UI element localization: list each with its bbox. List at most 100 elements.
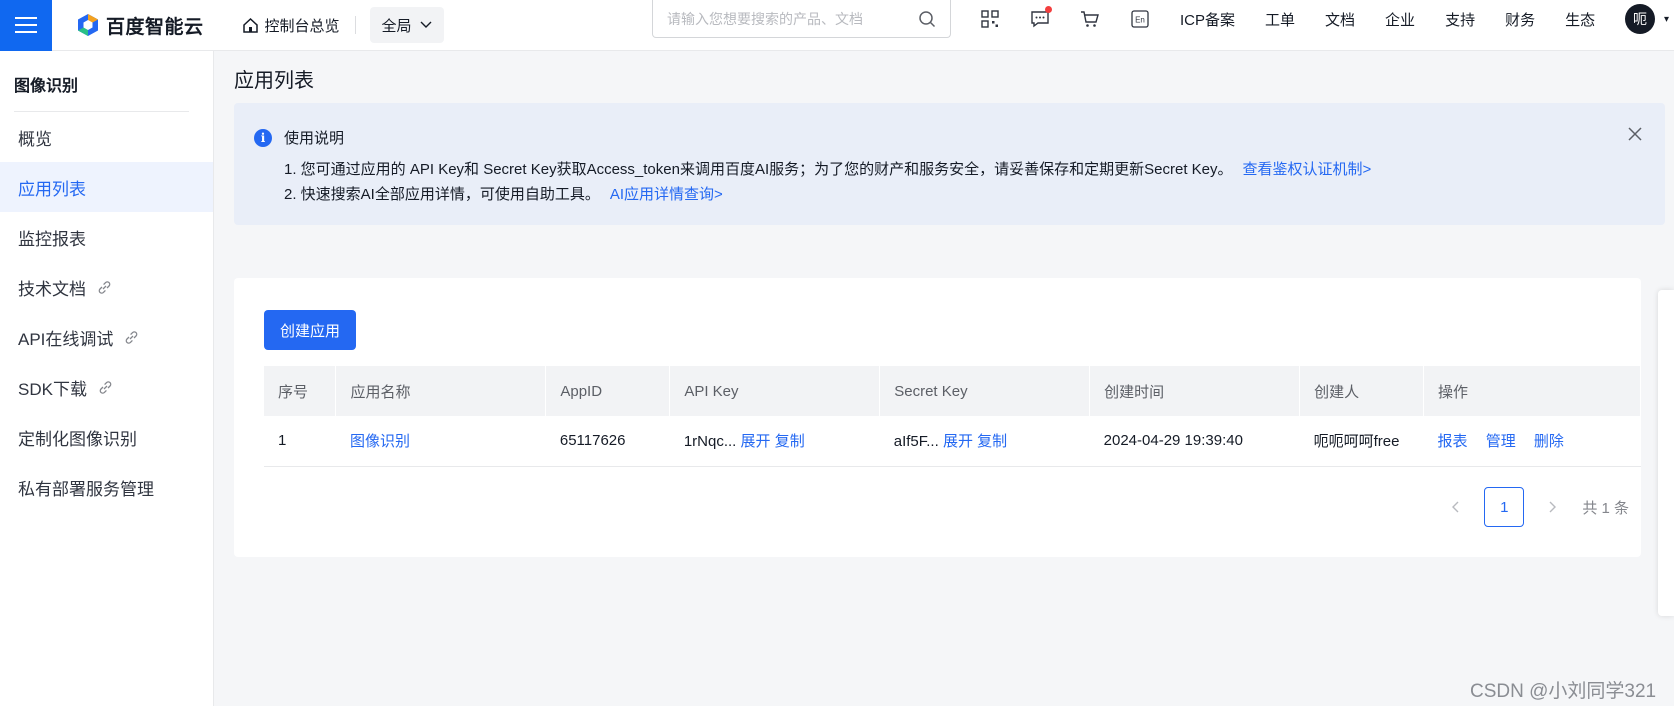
notification-dot [1045, 6, 1052, 13]
notice-header: i 使用说明 [254, 127, 344, 148]
home-icon [242, 17, 258, 33]
secret-key-copy-link[interactable]: 复制 [977, 433, 1007, 450]
column-header: 创建人 [1299, 366, 1425, 416]
secret-key-expand-link[interactable]: 展开 [943, 433, 973, 450]
sidebar-item-overview[interactable]: 概览 [0, 112, 213, 162]
app-detail-query-link[interactable]: AI应用详情查询> [610, 186, 723, 203]
search-input[interactable] [667, 10, 918, 27]
column-header: AppID [545, 366, 671, 416]
column-header: 应用名称 [335, 366, 547, 416]
console-overview-label: 控制台总览 [264, 17, 340, 35]
avatar[interactable]: 呃 [1625, 4, 1655, 34]
nav-support[interactable]: 支持 [1445, 9, 1475, 30]
link-icon [126, 330, 138, 344]
global-search [652, 0, 951, 38]
nav-enterprise[interactable]: 企业 [1385, 9, 1415, 30]
sidebar-item-label: 定制化图像识别 [18, 429, 137, 449]
notice-line-1-text: 1. 您可通过应用的 API Key和 Secret Key获取Access_t… [284, 161, 1233, 178]
column-header: API Key [669, 366, 881, 416]
chevron-down-icon [420, 21, 432, 28]
column-header: 创建时间 [1089, 366, 1301, 416]
sidebar-item-label: 应用列表 [18, 179, 86, 199]
top-nav: ICP备案 工单 文档 企业 支持 财务 生态 [1180, 0, 1625, 38]
close-icon[interactable] [1625, 124, 1645, 144]
api-key-copy-link[interactable]: 复制 [775, 433, 805, 450]
page-number-current[interactable]: 1 [1484, 487, 1525, 527]
sidebar-item-label: 私有部署服务管理 [18, 479, 154, 499]
chevron-right-icon [1549, 501, 1557, 513]
region-label: 全局 [381, 17, 412, 35]
cell-actions: 报表 管理 删除 [1423, 416, 1641, 467]
sidebar-item-api-debug[interactable]: API在线调试 [0, 312, 213, 362]
link-icon [98, 280, 111, 294]
logo-text: 百度智能云 [106, 16, 204, 38]
sidebar-item-label: 概览 [18, 129, 52, 149]
nav-ticket[interactable]: 工单 [1265, 9, 1295, 30]
cell-app-name: 图像识别 [335, 416, 546, 467]
nav-ecosystem[interactable]: 生态 [1565, 9, 1595, 30]
sidebar-item-label: SDK下载 [18, 379, 87, 399]
nav-docs[interactable]: 文档 [1325, 9, 1355, 30]
sidebar: 图像识别 概览 应用列表 监控报表 技术文档 API在线调试 SDK下载 定制化… [0, 51, 214, 706]
api-key-expand-link[interactable]: 展开 [741, 433, 771, 450]
message-icon[interactable] [1030, 6, 1052, 29]
app-table: 序号 应用名称 AppID API Key Secret Key 创建时间 创建… [264, 366, 1641, 467]
cell-created-at: 2024-04-29 19:39:40 [1089, 416, 1300, 467]
prev-page-button[interactable] [1446, 498, 1464, 516]
brand-logo[interactable]: 百度智能云 [76, 12, 204, 39]
report-action-link[interactable]: 报表 [1438, 433, 1468, 450]
delete-action-link[interactable]: 删除 [1534, 433, 1564, 450]
cell-index: 1 [264, 416, 336, 467]
notice-line-2-text: 2. 快速搜索AI全部应用详情，可使用自助工具。 [284, 186, 600, 203]
sidebar-item-private-deploy[interactable]: 私有部署服务管理 [0, 462, 213, 512]
cell-api-key: 1rNqc... 展开 复制 [669, 416, 880, 467]
sidebar-item-label: API在线调试 [18, 329, 114, 349]
link-icon [99, 380, 112, 394]
search-icon[interactable] [918, 10, 936, 28]
page-title: 应用列表 [234, 70, 314, 92]
pagination: 1 共 1 条 [1446, 487, 1629, 527]
manage-action-link[interactable]: 管理 [1486, 433, 1516, 450]
api-key-value: 1rNqc... [683, 433, 737, 451]
top-icon-group: En [980, 0, 1150, 38]
sidebar-item-app-list[interactable]: 应用列表 [0, 162, 213, 212]
nav-icp[interactable]: ICP备案 [1180, 9, 1235, 30]
sidebar-item-tech-docs[interactable]: 技术文档 [0, 262, 213, 312]
nav-finance[interactable]: 财务 [1505, 9, 1535, 30]
floating-side-panel[interactable] [1658, 290, 1674, 616]
info-icon: i [254, 128, 272, 147]
menu-button[interactable] [0, 0, 52, 51]
cell-creator: 呃呃呵呵free [1299, 416, 1424, 467]
qrcode-icon[interactable] [980, 9, 1000, 29]
chevron-left-icon [1452, 501, 1459, 513]
create-app-button[interactable]: 创建应用 [264, 310, 356, 350]
notice-line-1: 1. 您可通过应用的 API Key和 Secret Key获取Access_t… [284, 158, 1371, 179]
language-en-icon[interactable]: En [1130, 9, 1150, 29]
next-page-button[interactable] [1544, 498, 1562, 516]
column-header: Secret Key [879, 366, 1091, 416]
app-list-card: 创建应用 序号 应用名称 AppID API Key Secret Key 创建… [234, 278, 1641, 557]
app-name-link[interactable]: 图像识别 [350, 433, 410, 450]
cell-app-id: 65117626 [545, 416, 670, 467]
sidebar-item-label: 监控报表 [18, 229, 86, 249]
console-overview-link[interactable]: 控制台总览 [242, 15, 340, 36]
table-header-row: 序号 应用名称 AppID API Key Secret Key 创建时间 创建… [264, 366, 1641, 416]
caret-down-icon[interactable]: ▾ [1664, 14, 1669, 25]
total-count: 共 1 条 [1582, 499, 1629, 517]
watermark: CSDN @小刘同学321 [1470, 681, 1657, 702]
divider [354, 16, 356, 34]
cart-icon[interactable] [1080, 9, 1100, 29]
secret-key-value: aIf5F... [893, 433, 939, 451]
usage-notice: i 使用说明 1. 您可通过应用的 API Key和 Secret Key获取A… [234, 103, 1665, 225]
column-header: 序号 [264, 366, 337, 416]
svg-text:En: En [1135, 16, 1145, 25]
sidebar-item-custom-recognition[interactable]: 定制化图像识别 [0, 412, 213, 462]
sidebar-item-sdk-download[interactable]: SDK下载 [0, 362, 213, 412]
notice-heading: 使用说明 [284, 130, 345, 147]
cell-secret-key: aIf5F... 展开 复制 [879, 416, 1090, 467]
auth-mechanism-link[interactable]: 查看鉴权认证机制> [1243, 161, 1372, 178]
sidebar-title: 图像识别 [14, 78, 79, 95]
region-select[interactable]: 全局 [369, 7, 444, 43]
notice-line-2: 2. 快速搜索AI全部应用详情，可使用自助工具。 AI应用详情查询> [284, 183, 723, 204]
sidebar-item-monitoring[interactable]: 监控报表 [0, 212, 213, 262]
